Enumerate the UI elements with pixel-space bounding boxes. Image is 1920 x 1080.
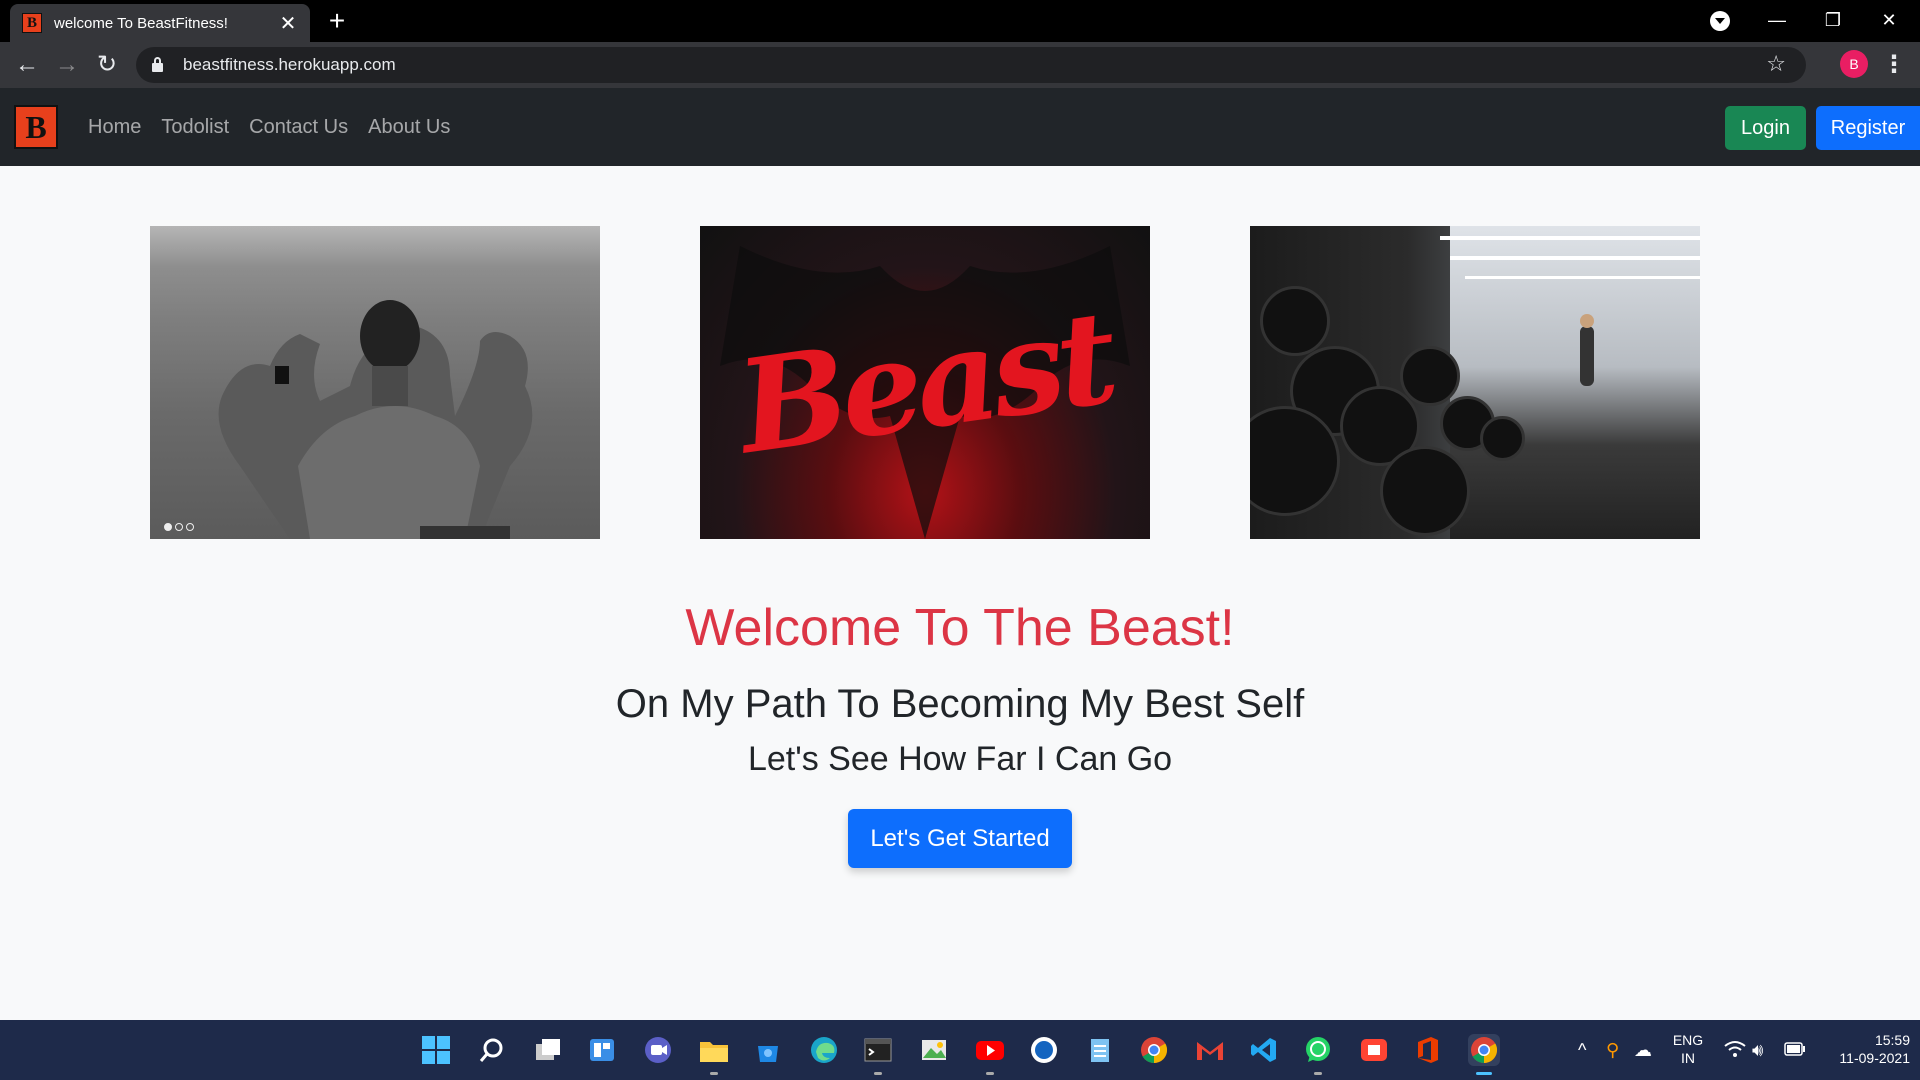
get-started-button[interactable]: Let's Get Started [848, 809, 1072, 868]
file-explorer-icon[interactable] [698, 1034, 730, 1066]
word-app-icon[interactable] [1028, 1034, 1060, 1066]
gmail-icon[interactable] [1194, 1034, 1226, 1066]
search-icon[interactable] [476, 1034, 508, 1066]
dumbbell-shape [1480, 416, 1525, 461]
person-head [1580, 314, 1594, 328]
forward-arrow-icon[interactable]: → [52, 50, 82, 80]
hero-tagline: Let's See How Far I Can Go [747, 740, 1173, 778]
wifi-icon[interactable] [1724, 1040, 1746, 1062]
windows-taskbar: ^ ⚲ ☁ ENG IN 🔊︎ 15:59 11-09-2021 [0, 1020, 1920, 1080]
nav-link-contact-us[interactable]: Contact Us [239, 116, 358, 139]
notepad-icon[interactable] [1084, 1034, 1116, 1066]
windows-start-icon[interactable] [420, 1034, 452, 1066]
reload-icon[interactable]: ↻ [92, 50, 122, 80]
clock-date: 11-09-2021 [1839, 1050, 1910, 1066]
address-bar[interactable]: beastfitness.herokuapp.com ☆ [136, 47, 1806, 83]
login-button[interactable]: Login [1725, 106, 1806, 150]
photo-flexing-back [150, 226, 600, 539]
screen-recorder-icon[interactable] [1358, 1034, 1390, 1066]
person-figure [1580, 326, 1594, 386]
tab-search-icon[interactable] [1710, 11, 1730, 31]
photo-beast-logo: Beast [700, 226, 1150, 539]
close-window-button[interactable]: ✕ [1869, 6, 1909, 34]
whatsapp-icon[interactable] [1302, 1034, 1334, 1066]
chevron-up-icon[interactable]: ^ [1578, 1040, 1586, 1060]
chrome-icon[interactable] [1138, 1034, 1170, 1066]
dumbbell-shape [1260, 286, 1330, 356]
language-indicator[interactable]: ENG IN [1668, 1031, 1708, 1067]
nav-link-home[interactable]: Home [78, 116, 151, 139]
tab-title: welcome To BeastFitness! [54, 14, 228, 32]
site-navbar: B Home Todolist Contact Us About Us Logi… [0, 88, 1920, 166]
profile-avatar[interactable]: B [1840, 50, 1868, 78]
url-text[interactable]: beastfitness.herokuapp.com [183, 55, 396, 75]
browser-menu-icon[interactable]: ⋮ [1882, 50, 1906, 80]
flexing-figure-illustration [218, 300, 533, 539]
running-indicator [710, 1072, 718, 1075]
nav-link-todolist[interactable]: Todolist [151, 116, 239, 139]
running-indicator [986, 1072, 994, 1075]
task-view-icon[interactable] [532, 1034, 564, 1066]
browser-tab-bar: B welcome To BeastFitness! ✕ + — ❐ ✕ [0, 0, 1920, 42]
new-tab-button[interactable]: + [322, 6, 352, 36]
site-favicon-icon: B [22, 13, 42, 33]
region-code: IN [1681, 1050, 1695, 1066]
restore-button[interactable]: ❐ [1813, 6, 1853, 34]
watermark-dots [164, 523, 194, 531]
terminal-icon[interactable] [862, 1034, 894, 1066]
dumbbell-shape [1380, 446, 1470, 536]
lock-icon [152, 56, 163, 72]
search-tray-icon[interactable]: ⚲ [1606, 1040, 1619, 1060]
active-indicator [1476, 1072, 1492, 1075]
chrome-active-icon[interactable] [1468, 1034, 1500, 1066]
running-indicator [874, 1072, 882, 1075]
cloud-icon[interactable]: ☁ [1634, 1040, 1652, 1060]
hero-subtitle: On My Path To Becoming My Best Self [615, 682, 1305, 726]
photo-gym-dumbbells [1250, 226, 1700, 539]
photos-app-icon[interactable] [918, 1034, 950, 1066]
clock-time: 15:59 [1874, 1032, 1910, 1048]
running-indicator [1314, 1072, 1322, 1075]
youtube-icon[interactable] [974, 1034, 1006, 1066]
hero-title: Welcome To The Beast! [685, 599, 1235, 657]
volume-icon[interactable]: 🔊︎ [1752, 1040, 1763, 1060]
back-arrow-icon[interactable]: ← [12, 50, 42, 80]
edge-browser-icon[interactable] [808, 1034, 840, 1066]
battery-icon[interactable] [1784, 1040, 1806, 1060]
store-icon[interactable] [752, 1034, 784, 1066]
brand-logo[interactable]: B [14, 105, 58, 149]
browser-tab[interactable]: B welcome To BeastFitness! ✕ [10, 4, 310, 42]
nav-links: Home Todolist Contact Us About Us [78, 88, 460, 166]
minimize-button[interactable]: — [1757, 6, 1797, 34]
clock[interactable]: 15:59 11-09-2021 [1820, 1031, 1910, 1067]
nav-link-about-us[interactable]: About Us [358, 116, 460, 139]
tab-close-icon[interactable]: ✕ [278, 11, 298, 36]
widgets-icon[interactable] [586, 1034, 618, 1066]
teams-chat-icon[interactable] [642, 1034, 674, 1066]
office-icon[interactable] [1412, 1034, 1444, 1066]
register-button[interactable]: Register [1816, 106, 1920, 150]
bookmark-star-icon[interactable]: ☆ [1766, 51, 1786, 77]
dumbbell-shape [1400, 346, 1460, 406]
browser-toolbar: ← → ↻ beastfitness.herokuapp.com ☆ B ⋮ [0, 42, 1920, 88]
beast-wordmark: Beast [729, 282, 1121, 483]
language-code: ENG [1672, 1032, 1704, 1048]
vscode-icon[interactable] [1248, 1034, 1280, 1066]
